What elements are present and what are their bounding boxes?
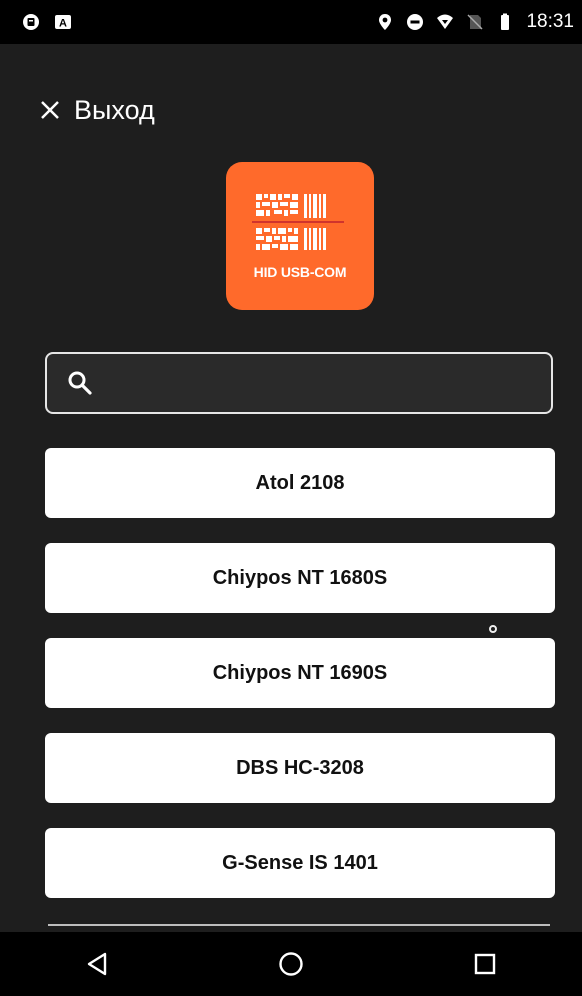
exit-label: Выход [74, 94, 155, 125]
close-icon [41, 101, 59, 119]
status-right-icons: 18:31 [376, 11, 582, 33]
navigation-bar [0, 932, 582, 996]
exit-button[interactable]: Выход [40, 90, 155, 130]
notification-app-icon [23, 14, 39, 30]
app-logo: HID USB-COM [226, 162, 374, 310]
list-divider [48, 924, 550, 926]
back-button[interactable] [77, 944, 117, 984]
home-button[interactable] [271, 944, 311, 984]
search-icon [68, 371, 92, 395]
device-button-atol-2108[interactable]: Atol 2108 [45, 448, 555, 518]
device-button-g-sense-is-1401[interactable]: G-Sense IS 1401 [45, 828, 555, 898]
notification-a-icon: A [55, 15, 71, 30]
back-icon [87, 952, 107, 976]
recents-icon [474, 953, 496, 975]
status-left-icons: A [0, 13, 72, 31]
device-button-dbs-hc-3208[interactable]: DBS HC-3208 [45, 733, 555, 803]
touch-indicator [489, 625, 497, 633]
logo-text: HID USB-COM [253, 264, 347, 280]
home-icon [279, 952, 303, 976]
location-icon [379, 14, 392, 30]
clock: 18:31 [526, 11, 574, 32]
status-bar: A 18:31 [0, 0, 582, 44]
recents-button[interactable] [465, 944, 505, 984]
svg-text:A: A [59, 18, 67, 30]
do-not-disturb-icon [407, 14, 424, 30]
search-input[interactable] [105, 353, 551, 413]
search-field[interactable] [45, 352, 553, 414]
wifi-icon [437, 14, 454, 29]
battery-icon [501, 13, 510, 30]
device-button-chiypos-nt-1690s[interactable]: Chiypos NT 1690S [45, 638, 555, 708]
barcode-icon [252, 194, 344, 250]
device-list: Atol 2108 Chiypos NT 1680S Chiypos NT 16… [45, 448, 557, 923]
no-sim-icon [467, 14, 483, 30]
device-button-chiypos-nt-1680s[interactable]: Chiypos NT 1680S [45, 543, 555, 613]
